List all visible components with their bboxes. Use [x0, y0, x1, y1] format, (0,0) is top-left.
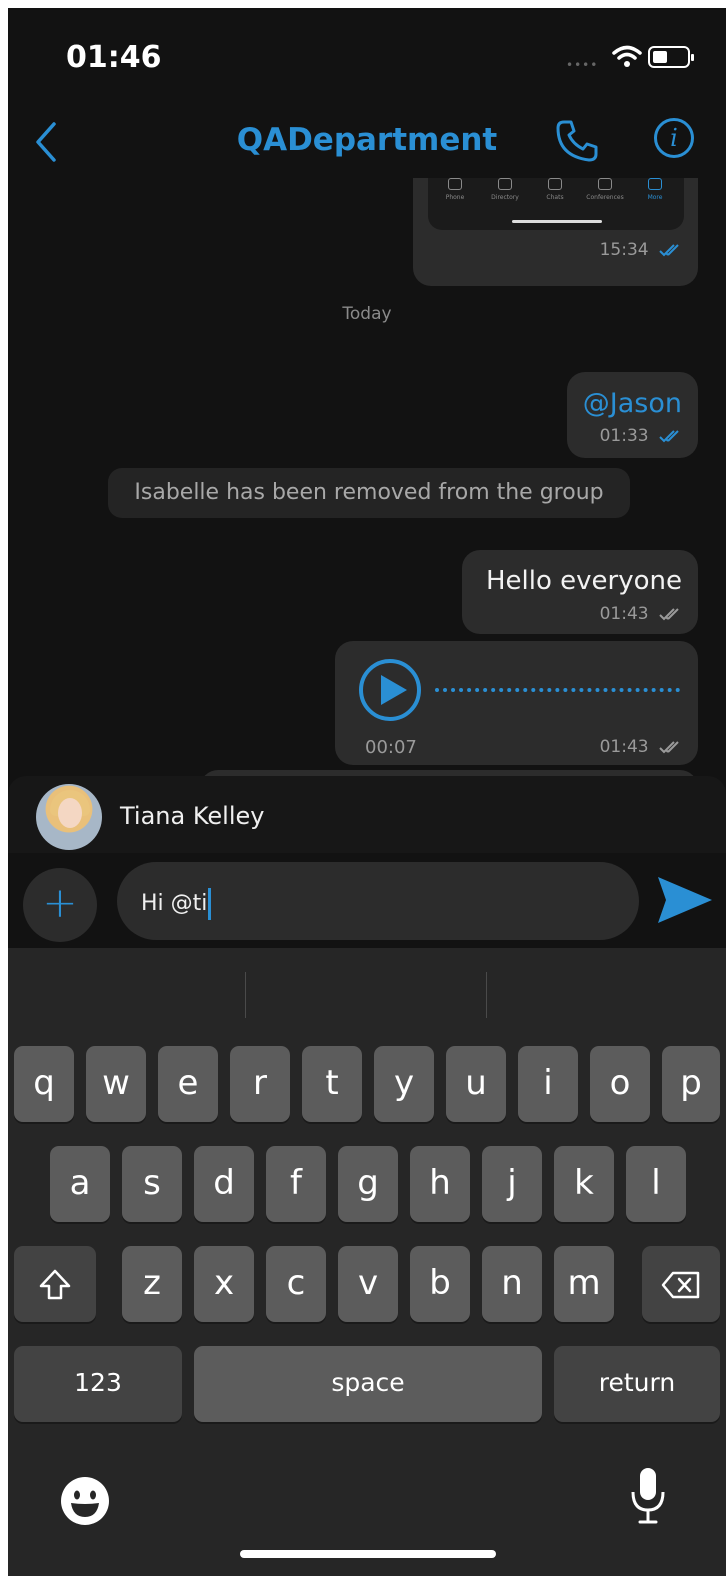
chat-title[interactable]: QADepartment: [8, 122, 726, 158]
message-meta: 01:33: [600, 426, 684, 446]
send-icon[interactable]: [656, 875, 714, 925]
voice-message[interactable]: 00:07 01:43: [335, 641, 698, 765]
key-o[interactable]: o: [590, 1046, 650, 1122]
key-c[interactable]: c: [266, 1246, 326, 1322]
key-g[interactable]: g: [338, 1146, 398, 1222]
return-key[interactable]: return: [554, 1346, 720, 1422]
emoji-icon[interactable]: [60, 1476, 110, 1526]
message-meta: 15:34: [600, 240, 684, 260]
key-l[interactable]: l: [626, 1146, 686, 1222]
message-input-text: Hi @ti: [141, 891, 208, 916]
key-e[interactable]: e: [158, 1046, 218, 1122]
backspace-icon: [661, 1271, 700, 1298]
key-j[interactable]: j: [482, 1146, 542, 1222]
key-v[interactable]: v: [338, 1246, 398, 1322]
screenshot-tab: Chats: [530, 178, 580, 201]
message-input[interactable]: Hi @ti: [117, 862, 639, 940]
composer: + Hi @ti: [8, 853, 726, 948]
numbers-key[interactable]: 123: [14, 1346, 182, 1422]
key-t[interactable]: t: [302, 1046, 362, 1122]
home-indicator: [240, 1550, 496, 1558]
key-p[interactable]: p: [662, 1046, 720, 1122]
info-icon[interactable]: i: [654, 118, 694, 158]
day-separator: Today: [342, 304, 392, 324]
message-text: Hello everyone: [485, 566, 682, 596]
message-text[interactable]: @Jason: [583, 388, 682, 419]
key-k[interactable]: k: [554, 1146, 614, 1222]
message-bubble[interactable]: Hello everyone 01:43: [462, 550, 698, 634]
shift-key[interactable]: [14, 1246, 96, 1322]
key-u[interactable]: u: [446, 1046, 506, 1122]
message-meta: 01:43: [600, 604, 684, 624]
delete-key[interactable]: [642, 1246, 720, 1322]
space-key[interactable]: space: [194, 1346, 542, 1422]
message-time: 01:33: [599, 426, 649, 446]
message-time: 15:34: [599, 240, 649, 260]
key-d[interactable]: d: [194, 1146, 254, 1222]
screenshot-home-indicator: [512, 220, 602, 223]
suggestion-name[interactable]: Tiana Kelley: [120, 802, 264, 830]
prediction-divider: [245, 972, 246, 1018]
key-n[interactable]: n: [482, 1246, 542, 1322]
phone-icon[interactable]: [554, 118, 600, 164]
prediction-divider: [486, 972, 487, 1018]
message-bubble[interactable]: @Jason 01:33: [567, 372, 698, 458]
image-message[interactable]: Phone Directory Chats Conferences More 1…: [413, 178, 698, 286]
attach-button[interactable]: +: [23, 868, 97, 942]
key-h[interactable]: h: [410, 1146, 470, 1222]
key-y[interactable]: y: [374, 1046, 434, 1122]
key-w[interactable]: w: [86, 1046, 146, 1122]
key-b[interactable]: b: [410, 1246, 470, 1322]
screenshot-tab: More: [630, 178, 680, 201]
screenshot-tab: Phone: [430, 178, 480, 201]
key-s[interactable]: s: [122, 1146, 182, 1222]
chat-header: QADepartment i: [8, 108, 726, 178]
key-q[interactable]: q: [14, 1046, 74, 1122]
shift-icon: [39, 1269, 71, 1299]
screenshot-tab: Directory: [480, 178, 530, 201]
delivered-ticks-icon: [659, 741, 679, 754]
delivered-ticks-icon: [659, 608, 679, 621]
voice-duration: 00:07: [365, 737, 417, 758]
key-f[interactable]: f: [266, 1146, 326, 1222]
key-x[interactable]: x: [194, 1246, 254, 1322]
waveform[interactable]: [435, 688, 680, 692]
message-meta: 01:43: [600, 737, 684, 757]
read-ticks-icon: [659, 244, 679, 257]
message-time: 01:43: [599, 604, 649, 624]
signal-icon: ••••: [566, 58, 599, 72]
keyboard: q w e r t y u i o p a s d f g h j k l z …: [8, 948, 726, 1576]
play-button[interactable]: [359, 659, 421, 721]
text-caret: [208, 888, 212, 920]
key-a[interactable]: a: [50, 1146, 110, 1222]
key-m[interactable]: m: [554, 1246, 614, 1322]
status-bar: 01:46 ••••: [8, 8, 726, 108]
mention-suggestion[interactable]: Tiana Kelley: [8, 776, 726, 861]
status-time: 01:46: [66, 40, 162, 75]
screenshot-tab: Conferences: [580, 178, 630, 201]
message-time: 01:43: [599, 737, 649, 757]
key-r[interactable]: r: [230, 1046, 290, 1122]
wifi-icon: [612, 45, 642, 67]
battery-icon: [648, 46, 694, 68]
phone-screen: 01:46 •••• QADepartment i Phone Director…: [8, 8, 726, 1576]
read-ticks-icon: [659, 430, 679, 443]
key-i[interactable]: i: [518, 1046, 578, 1122]
system-message: Isabelle has been removed from the group: [108, 468, 630, 518]
key-z[interactable]: z: [122, 1246, 182, 1322]
microphone-icon[interactable]: [628, 1466, 668, 1526]
message-list[interactable]: Phone Directory Chats Conferences More 1…: [8, 178, 726, 778]
message-screenshot-image: Phone Directory Chats Conferences More: [428, 178, 684, 230]
avatar: [36, 784, 102, 850]
